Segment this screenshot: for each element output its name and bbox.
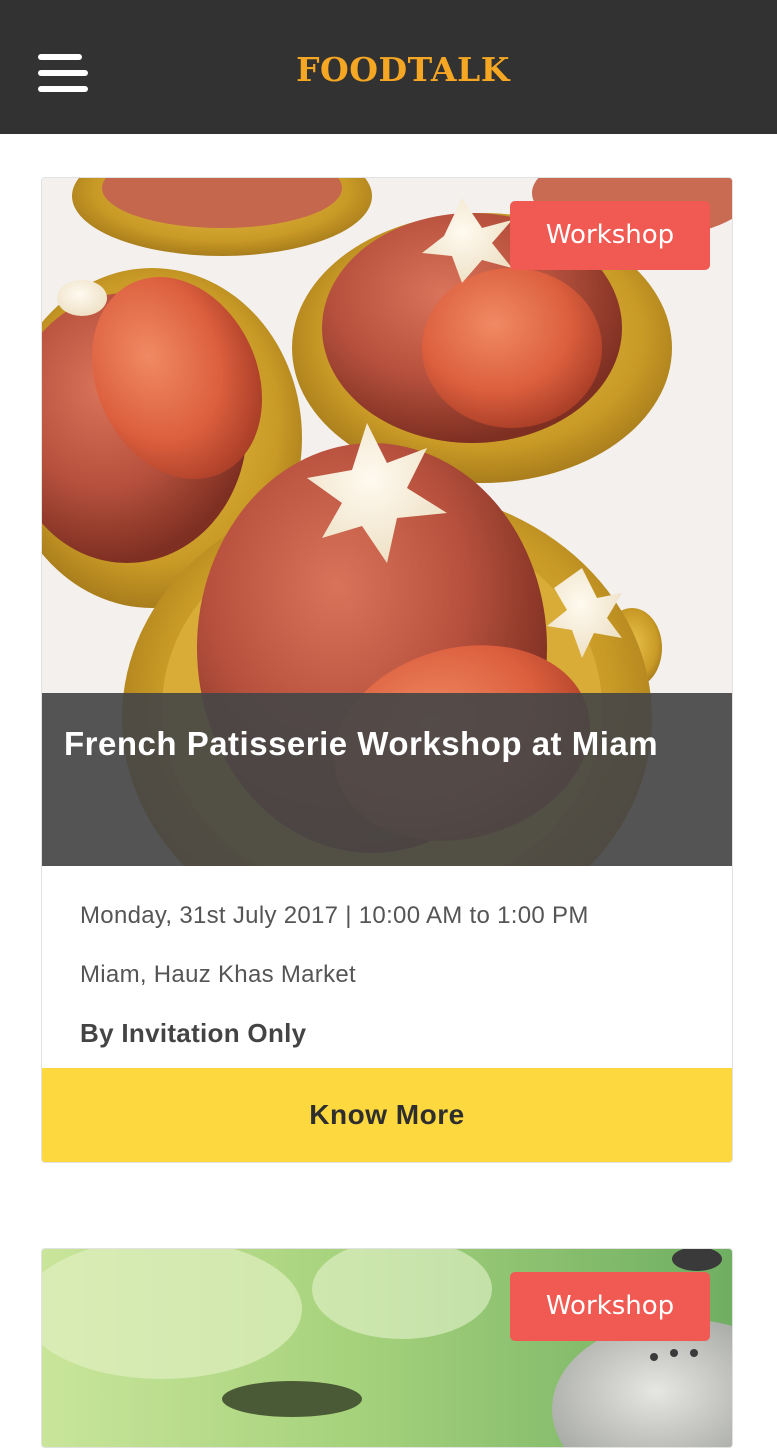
category-badge[interactable]: Workshop: [510, 201, 710, 270]
event-venue: Miam, Hauz Khas Market: [80, 961, 357, 988]
brand-logo[interactable]: FOODTALK: [0, 50, 777, 89]
event-access: By Invitation Only: [80, 1018, 307, 1048]
event-datetime: Monday, 31st July 2017 | 10:00 AM to 1:0…: [80, 902, 589, 929]
event-card[interactable]: Workshop: [41, 1248, 733, 1448]
event-image[interactable]: Workshop: [42, 1249, 732, 1447]
event-title[interactable]: French Patisserie Workshop at Miam: [64, 717, 710, 771]
top-app-bar: FOODTALK: [0, 0, 777, 134]
category-badge[interactable]: Workshop: [510, 1272, 710, 1341]
know-more-button[interactable]: Know More: [42, 1068, 732, 1162]
event-image[interactable]: Workshop French Patisserie Workshop at M…: [42, 178, 732, 866]
title-overlay: French Patisserie Workshop at Miam: [42, 693, 732, 866]
event-details: Monday, 31st July 2017 | 10:00 AM to 1:0…: [42, 866, 732, 1063]
event-card[interactable]: Workshop French Patisserie Workshop at M…: [41, 177, 733, 1163]
